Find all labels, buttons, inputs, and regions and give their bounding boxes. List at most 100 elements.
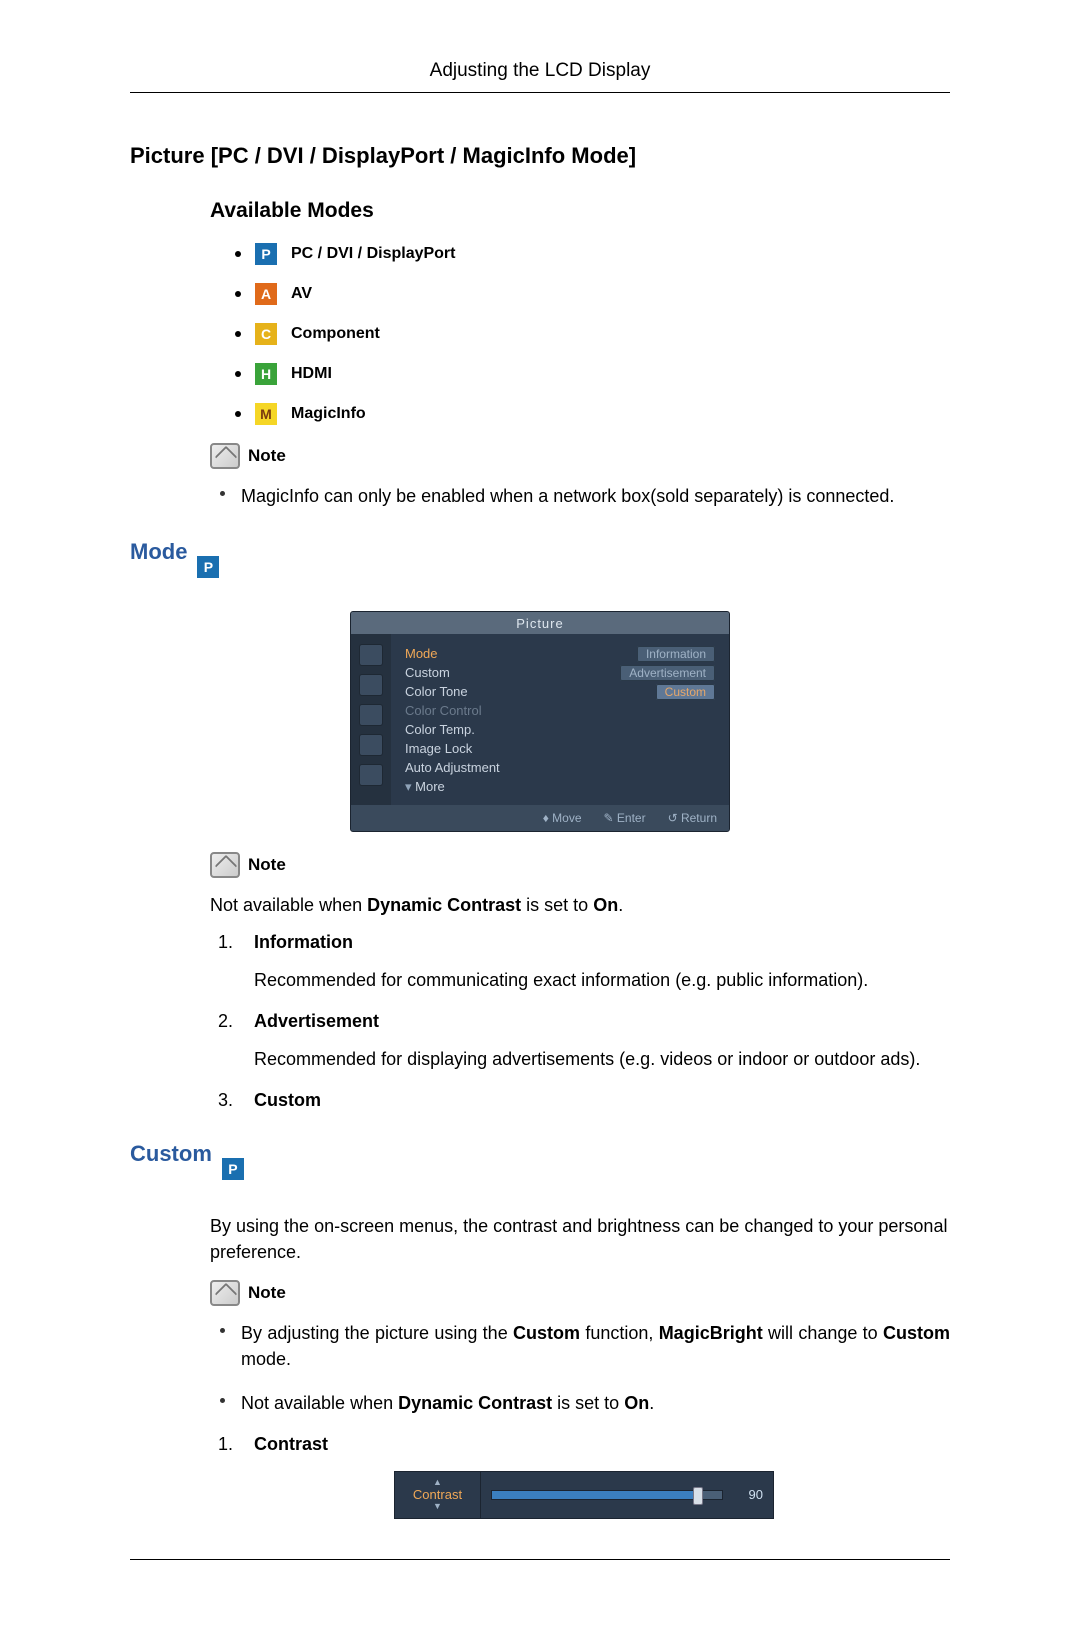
mode-option-information: 1. Information Recommended for communica… (218, 932, 950, 993)
bullet-text: Not available when Dynamic Contrast is s… (241, 1390, 654, 1416)
arrow-up-icon: ▲ (433, 1478, 442, 1487)
mode-item-pc: P PC / DVI / DisplayPort (235, 243, 950, 265)
osd-footer-enter: ✎ Enter (604, 811, 646, 825)
slider-fill (492, 1491, 699, 1499)
osd-side-icons (351, 634, 391, 805)
mode-section-heading: Mode P (130, 539, 950, 595)
mode-label: MagicInfo (291, 405, 366, 423)
note-block: Note (210, 443, 950, 469)
list-number: 1. (218, 932, 240, 953)
list-desc: Recommended for communicating exact info… (218, 967, 950, 993)
mode-item-hdmi: H HDMI (235, 363, 950, 385)
osd-row-label: More (405, 779, 445, 795)
osd-title: Picture (351, 612, 729, 634)
mode-item-magicinfo: M MagicInfo (235, 403, 950, 425)
osd-row-label: Image Lock (405, 741, 472, 756)
osd-footer-move: ♦ Move (543, 811, 582, 825)
note-label: Note (248, 855, 286, 875)
section-title: Picture [PC / DVI / DisplayPort / MagicI… (130, 143, 950, 169)
bullet-dot (235, 291, 241, 297)
custom-note-bullets: By adjusting the picture using the Custo… (210, 1320, 950, 1416)
mode-badge-c-icon: C (255, 323, 277, 345)
custom-sub-contrast: 1. Contrast ▲ Contrast ▼ 90 (218, 1434, 950, 1519)
osd-row-autoadj: Auto Adjustment (405, 758, 715, 777)
osd-screenshot: Picture Mode Information Custom Advertis… (130, 611, 950, 832)
bullet-dot (220, 1398, 225, 1403)
bottom-divider (130, 1559, 950, 1560)
slider-track (491, 1490, 723, 1500)
slider-value: 90 (733, 1487, 763, 1502)
osd-side-icon (359, 734, 383, 756)
available-modes-heading: Available Modes (210, 199, 950, 223)
osd-side-icon (359, 674, 383, 696)
note-block: Note (210, 1280, 950, 1306)
note-icon (210, 852, 240, 878)
available-modes-list: P PC / DVI / DisplayPort A AV C Componen… (210, 243, 950, 425)
custom-intro: By using the on-screen menus, the contra… (210, 1213, 950, 1265)
osd-row-more: More (405, 777, 715, 797)
mode-label: Component (291, 325, 380, 343)
mode-options-list: 1. Information Recommended for communica… (210, 932, 950, 1111)
list-title: Custom (254, 1090, 321, 1111)
mode-badge-m-icon: M (255, 403, 277, 425)
note-text: MagicInfo can only be enabled when a net… (241, 483, 894, 509)
osd-row-colortone: Color Tone Custom (405, 682, 715, 701)
mode-badge-p-icon: P (197, 556, 219, 578)
osd-row-mode: Mode Information (405, 644, 715, 663)
page-header: Adjusting the LCD Display (130, 60, 950, 92)
contrast-slider: ▲ Contrast ▼ 90 (394, 1471, 774, 1519)
mode-label: PC / DVI / DisplayPort (291, 245, 455, 263)
custom-bullet-2: Not available when Dynamic Contrast is s… (220, 1390, 950, 1416)
mode-badge-h-icon: H (255, 363, 277, 385)
osd-row-value: Advertisement (620, 665, 715, 681)
osd-side-icon (359, 764, 383, 786)
slider-label-block: ▲ Contrast ▼ (395, 1472, 481, 1518)
mode-badge-p-icon: P (255, 243, 277, 265)
osd-row-label: Auto Adjustment (405, 760, 500, 775)
list-number: 3. (218, 1090, 240, 1111)
list-desc: Recommended for displaying advertisement… (218, 1046, 950, 1072)
mode-badge-a-icon: A (255, 283, 277, 305)
list-number: 1. (218, 1434, 240, 1455)
osd-row-label: Custom (405, 665, 450, 680)
slider-knob (693, 1487, 703, 1505)
mode-label: AV (291, 285, 312, 303)
bullet-text: By adjusting the picture using the Custo… (241, 1320, 950, 1372)
list-title: Information (254, 932, 353, 953)
osd-footer-return: ↺ Return (668, 811, 717, 825)
mode-item-av: A AV (235, 283, 950, 305)
note-label: Note (248, 1283, 286, 1303)
osd-row-label: Color Control (405, 703, 482, 718)
slider-label: Contrast (413, 1487, 462, 1502)
osd-side-icon (359, 704, 383, 726)
list-title: Contrast (254, 1434, 328, 1455)
osd-row-custom: Custom Advertisement (405, 663, 715, 682)
osd-panel: Picture Mode Information Custom Advertis… (350, 611, 730, 832)
osd-main: Mode Information Custom Advertisement Co… (391, 634, 729, 805)
osd-row-label: Color Tone (405, 684, 468, 699)
osd-row-label: Color Temp. (405, 722, 475, 737)
custom-heading: Custom (130, 1141, 212, 1167)
custom-sublist: 1. Contrast ▲ Contrast ▼ 90 (210, 1434, 950, 1519)
top-divider (130, 92, 950, 93)
bullet-dot (235, 331, 241, 337)
mode-option-advertisement: 2. Advertisement Recommended for display… (218, 1011, 950, 1072)
list-title: Advertisement (254, 1011, 379, 1032)
osd-row-imagelock: Image Lock (405, 739, 715, 758)
mode-option-custom: 3. Custom (218, 1090, 950, 1111)
osd-row-value-selected: Custom (656, 684, 715, 700)
bullet-dot (235, 411, 241, 417)
bullet-dot (220, 491, 225, 496)
mode-label: HDMI (291, 365, 332, 383)
osd-side-icon (359, 644, 383, 666)
mode-heading: Mode (130, 539, 187, 565)
note-bullet-item: MagicInfo can only be enabled when a net… (220, 483, 950, 509)
list-number: 2. (218, 1011, 240, 1032)
note-block: Note (210, 852, 950, 878)
mode-badge-p-icon: P (222, 1158, 244, 1180)
bullet-dot (235, 251, 241, 257)
mode-item-component: C Component (235, 323, 950, 345)
contrast-slider-screenshot: ▲ Contrast ▼ 90 (218, 1471, 950, 1519)
note-icon (210, 443, 240, 469)
osd-footer: ♦ Move ✎ Enter ↺ Return (351, 805, 729, 831)
